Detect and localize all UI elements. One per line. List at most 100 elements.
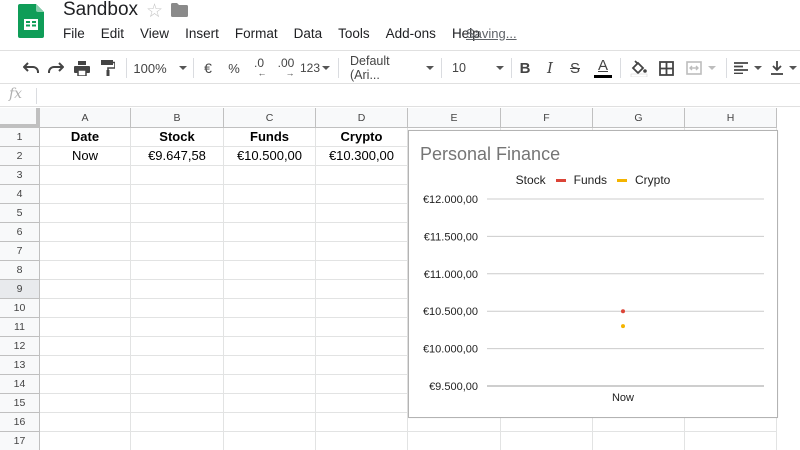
menu-format[interactable]: Format xyxy=(227,25,286,45)
cell-d16[interactable] xyxy=(316,413,408,432)
menu-data[interactable]: Data xyxy=(286,25,331,45)
cell-b16[interactable] xyxy=(131,413,224,432)
cell-b9[interactable] xyxy=(131,280,224,299)
column-header-f[interactable]: F xyxy=(501,108,593,128)
row-header-2[interactable]: 2 xyxy=(0,147,40,166)
cell-h17[interactable] xyxy=(685,432,777,450)
document-title[interactable]: Sandbox xyxy=(63,0,138,21)
cell-c14[interactable] xyxy=(224,375,316,394)
decrease-decimals-button[interactable]: .0 ← xyxy=(249,55,269,81)
row-header-7[interactable]: 7 xyxy=(0,242,40,261)
italic-button[interactable]: I xyxy=(542,55,558,81)
increase-decimals-button[interactable]: .00 → xyxy=(274,55,298,81)
cell-c16[interactable] xyxy=(224,413,316,432)
bold-button[interactable]: B xyxy=(517,55,533,81)
fill-color-icon[interactable] xyxy=(628,55,650,81)
row-header-6[interactable]: 6 xyxy=(0,223,40,242)
row-header-9[interactable]: 9 xyxy=(0,280,40,299)
cell-a1[interactable]: Date xyxy=(40,128,131,147)
cell-a6[interactable] xyxy=(40,223,131,242)
cell-a14[interactable] xyxy=(40,375,131,394)
cell-b13[interactable] xyxy=(131,356,224,375)
cell-b14[interactable] xyxy=(131,375,224,394)
cell-a17[interactable] xyxy=(40,432,131,450)
column-header-b[interactable]: B xyxy=(131,108,224,128)
folder-icon[interactable] xyxy=(171,3,188,22)
row-header-1[interactable]: 1 xyxy=(0,128,40,147)
row-header-8[interactable]: 8 xyxy=(0,261,40,280)
column-header-c[interactable]: C xyxy=(224,108,316,128)
menu-view[interactable]: View xyxy=(132,25,177,45)
cell-a7[interactable] xyxy=(40,242,131,261)
column-header-a[interactable]: A xyxy=(40,108,131,128)
cell-c5[interactable] xyxy=(224,204,316,223)
cell-b8[interactable] xyxy=(131,261,224,280)
column-header-h[interactable]: H xyxy=(685,108,777,128)
cell-c3[interactable] xyxy=(224,166,316,185)
print-icon[interactable] xyxy=(71,55,93,81)
line-chart[interactable]: Personal Finance Stock Funds Crypto €12.00… xyxy=(408,130,778,418)
row-header-16[interactable]: 16 xyxy=(0,413,40,432)
row-header-11[interactable]: 11 xyxy=(0,318,40,337)
percent-format-button[interactable]: % xyxy=(226,55,242,81)
text-color-button[interactable]: A xyxy=(592,55,614,81)
cell-b3[interactable] xyxy=(131,166,224,185)
cell-d11[interactable] xyxy=(316,318,408,337)
column-header-d[interactable]: D xyxy=(316,108,408,128)
cell-d17[interactable] xyxy=(316,432,408,450)
cell-c9[interactable] xyxy=(224,280,316,299)
cell-f17[interactable] xyxy=(501,432,593,450)
cell-c13[interactable] xyxy=(224,356,316,375)
menu-tools[interactable]: Tools xyxy=(330,25,378,45)
save-status[interactable]: Saving... xyxy=(466,26,517,41)
cell-d1[interactable]: Crypto xyxy=(316,128,408,147)
cell-d14[interactable] xyxy=(316,375,408,394)
font-size-select[interactable]: 10 xyxy=(452,55,504,81)
borders-icon[interactable] xyxy=(655,55,677,81)
cell-d7[interactable] xyxy=(316,242,408,261)
cell-g17[interactable] xyxy=(593,432,685,450)
cell-a8[interactable] xyxy=(40,261,131,280)
sheets-logo-icon[interactable] xyxy=(18,4,44,38)
cell-b5[interactable] xyxy=(131,204,224,223)
cell-a16[interactable] xyxy=(40,413,131,432)
menu-add-ons[interactable]: Add-ons xyxy=(378,25,444,45)
cell-d3[interactable] xyxy=(316,166,408,185)
cell-c7[interactable] xyxy=(224,242,316,261)
redo-icon[interactable] xyxy=(45,55,67,81)
cell-a11[interactable] xyxy=(40,318,131,337)
cell-a2[interactable]: Now xyxy=(40,147,131,166)
cell-d15[interactable] xyxy=(316,394,408,413)
cell-d5[interactable] xyxy=(316,204,408,223)
cell-a12[interactable] xyxy=(40,337,131,356)
cell-b2[interactable]: €9.647,58 xyxy=(131,147,224,166)
cell-c12[interactable] xyxy=(224,337,316,356)
cell-b11[interactable] xyxy=(131,318,224,337)
strikethrough-button[interactable]: S xyxy=(567,55,583,81)
cell-a5[interactable] xyxy=(40,204,131,223)
cell-a13[interactable] xyxy=(40,356,131,375)
cell-b4[interactable] xyxy=(131,185,224,204)
vertical-align-icon[interactable] xyxy=(769,55,799,81)
cell-e17[interactable] xyxy=(408,432,501,450)
row-header-10[interactable]: 10 xyxy=(0,299,40,318)
cell-d2[interactable]: €10.300,00 xyxy=(316,147,408,166)
formula-input[interactable] xyxy=(44,87,784,105)
menu-insert[interactable]: Insert xyxy=(177,25,227,45)
merge-cells-icon[interactable] xyxy=(682,55,720,81)
select-all-corner[interactable] xyxy=(0,108,40,128)
data-point-funds[interactable] xyxy=(621,309,625,314)
cell-b12[interactable] xyxy=(131,337,224,356)
cell-d6[interactable] xyxy=(316,223,408,242)
cell-c15[interactable] xyxy=(224,394,316,413)
cell-b10[interactable] xyxy=(131,299,224,318)
row-header-4[interactable]: 4 xyxy=(0,185,40,204)
cell-d4[interactable] xyxy=(316,185,408,204)
cell-a9[interactable] xyxy=(40,280,131,299)
row-header-13[interactable]: 13 xyxy=(0,356,40,375)
cell-d12[interactable] xyxy=(316,337,408,356)
cell-a10[interactable] xyxy=(40,299,131,318)
star-icon[interactable]: ☆ xyxy=(146,0,163,23)
cell-c10[interactable] xyxy=(224,299,316,318)
cell-b6[interactable] xyxy=(131,223,224,242)
